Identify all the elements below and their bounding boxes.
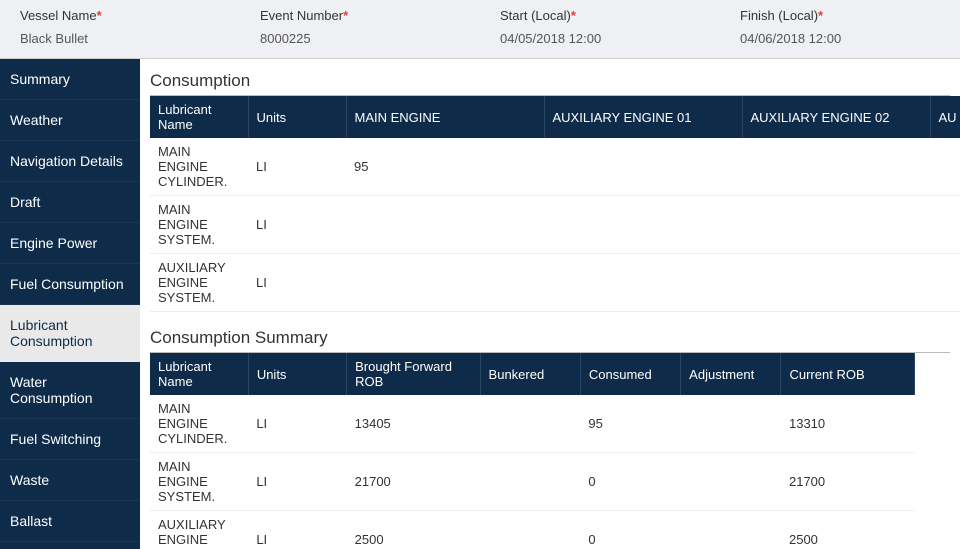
col-current-rob[interactable]: Current ROB: [781, 353, 915, 395]
table-row: AUXILIARY ENGINE SYSTEM. LI: [150, 254, 960, 312]
sidebar-item-summary[interactable]: Summary: [0, 59, 140, 100]
sidebar: Summary Weather Navigation Details Draft…: [0, 59, 140, 549]
col-aux-more[interactable]: AU: [930, 96, 960, 138]
vessel-name-label: Vessel Name: [20, 8, 97, 23]
consumption-title: Consumption: [150, 65, 950, 96]
col-adjustment[interactable]: Adjustment: [681, 353, 781, 395]
sidebar-item-weather[interactable]: Weather: [0, 100, 140, 141]
sidebar-item-draft[interactable]: Draft: [0, 182, 140, 223]
col-consumed[interactable]: Consumed: [580, 353, 680, 395]
col-lubricant-name[interactable]: Lubricant Name: [150, 96, 248, 138]
vessel-name-value[interactable]: Black Bullet: [20, 27, 220, 50]
start-local-value[interactable]: 04/05/2018 12:00: [500, 27, 700, 50]
col-main-engine[interactable]: MAIN ENGINE: [346, 96, 544, 138]
col-bunkered[interactable]: Bunkered: [480, 353, 580, 395]
sidebar-item-lubricant-consumption[interactable]: Lubricant Consumption: [0, 305, 140, 362]
finish-local-value[interactable]: 04/06/2018 12:00: [740, 27, 940, 50]
sidebar-item-fuel-consumption[interactable]: Fuel Consumption: [0, 264, 140, 305]
summary-table: Lubricant Name Units Brought Forward ROB…: [150, 353, 915, 549]
header-bar: Vessel Name* Black Bullet Event Number* …: [0, 0, 960, 59]
col-bfrob[interactable]: Brought Forward ROB: [347, 353, 480, 395]
sidebar-item-fuel-switching[interactable]: Fuel Switching: [0, 419, 140, 460]
finish-local-label: Finish (Local): [740, 8, 818, 23]
table-row: MAIN ENGINE SYSTEM. LI 21700 0 21700: [150, 453, 915, 511]
table-row: MAIN ENGINE SYSTEM. LI: [150, 196, 960, 254]
sidebar-item-navigation-details[interactable]: Navigation Details: [0, 141, 140, 182]
col-aux2[interactable]: AUXILIARY ENGINE 02: [742, 96, 930, 138]
content-area: Consumption Lubricant Name Units MAIN EN…: [140, 59, 960, 549]
start-local-label: Start (Local): [500, 8, 571, 23]
table-row: MAIN ENGINE CYLINDER. LI 95: [150, 138, 960, 196]
summary-title: Consumption Summary: [150, 322, 950, 353]
table-row: AUXILIARY ENGINE SYSTEM. LI 2500 0 2500: [150, 511, 915, 549]
table-row: MAIN ENGINE CYLINDER. LI 13405 95 13310: [150, 395, 915, 453]
col-units[interactable]: Units: [248, 96, 346, 138]
event-number-label: Event Number: [260, 8, 343, 23]
sidebar-item-ballast[interactable]: Ballast: [0, 501, 140, 542]
event-number-value[interactable]: 8000225: [260, 27, 460, 50]
sidebar-item-engine-power[interactable]: Engine Power: [0, 223, 140, 264]
sidebar-item-water-consumption[interactable]: Water Consumption: [0, 362, 140, 419]
col-aux1[interactable]: AUXILIARY ENGINE 01: [544, 96, 742, 138]
col-lubricant-name[interactable]: Lubricant Name: [150, 353, 248, 395]
col-units[interactable]: Units: [248, 353, 346, 395]
sidebar-item-waste[interactable]: Waste: [0, 460, 140, 501]
consumption-table: Lubricant Name Units MAIN ENGINE AUXILIA…: [150, 96, 960, 312]
